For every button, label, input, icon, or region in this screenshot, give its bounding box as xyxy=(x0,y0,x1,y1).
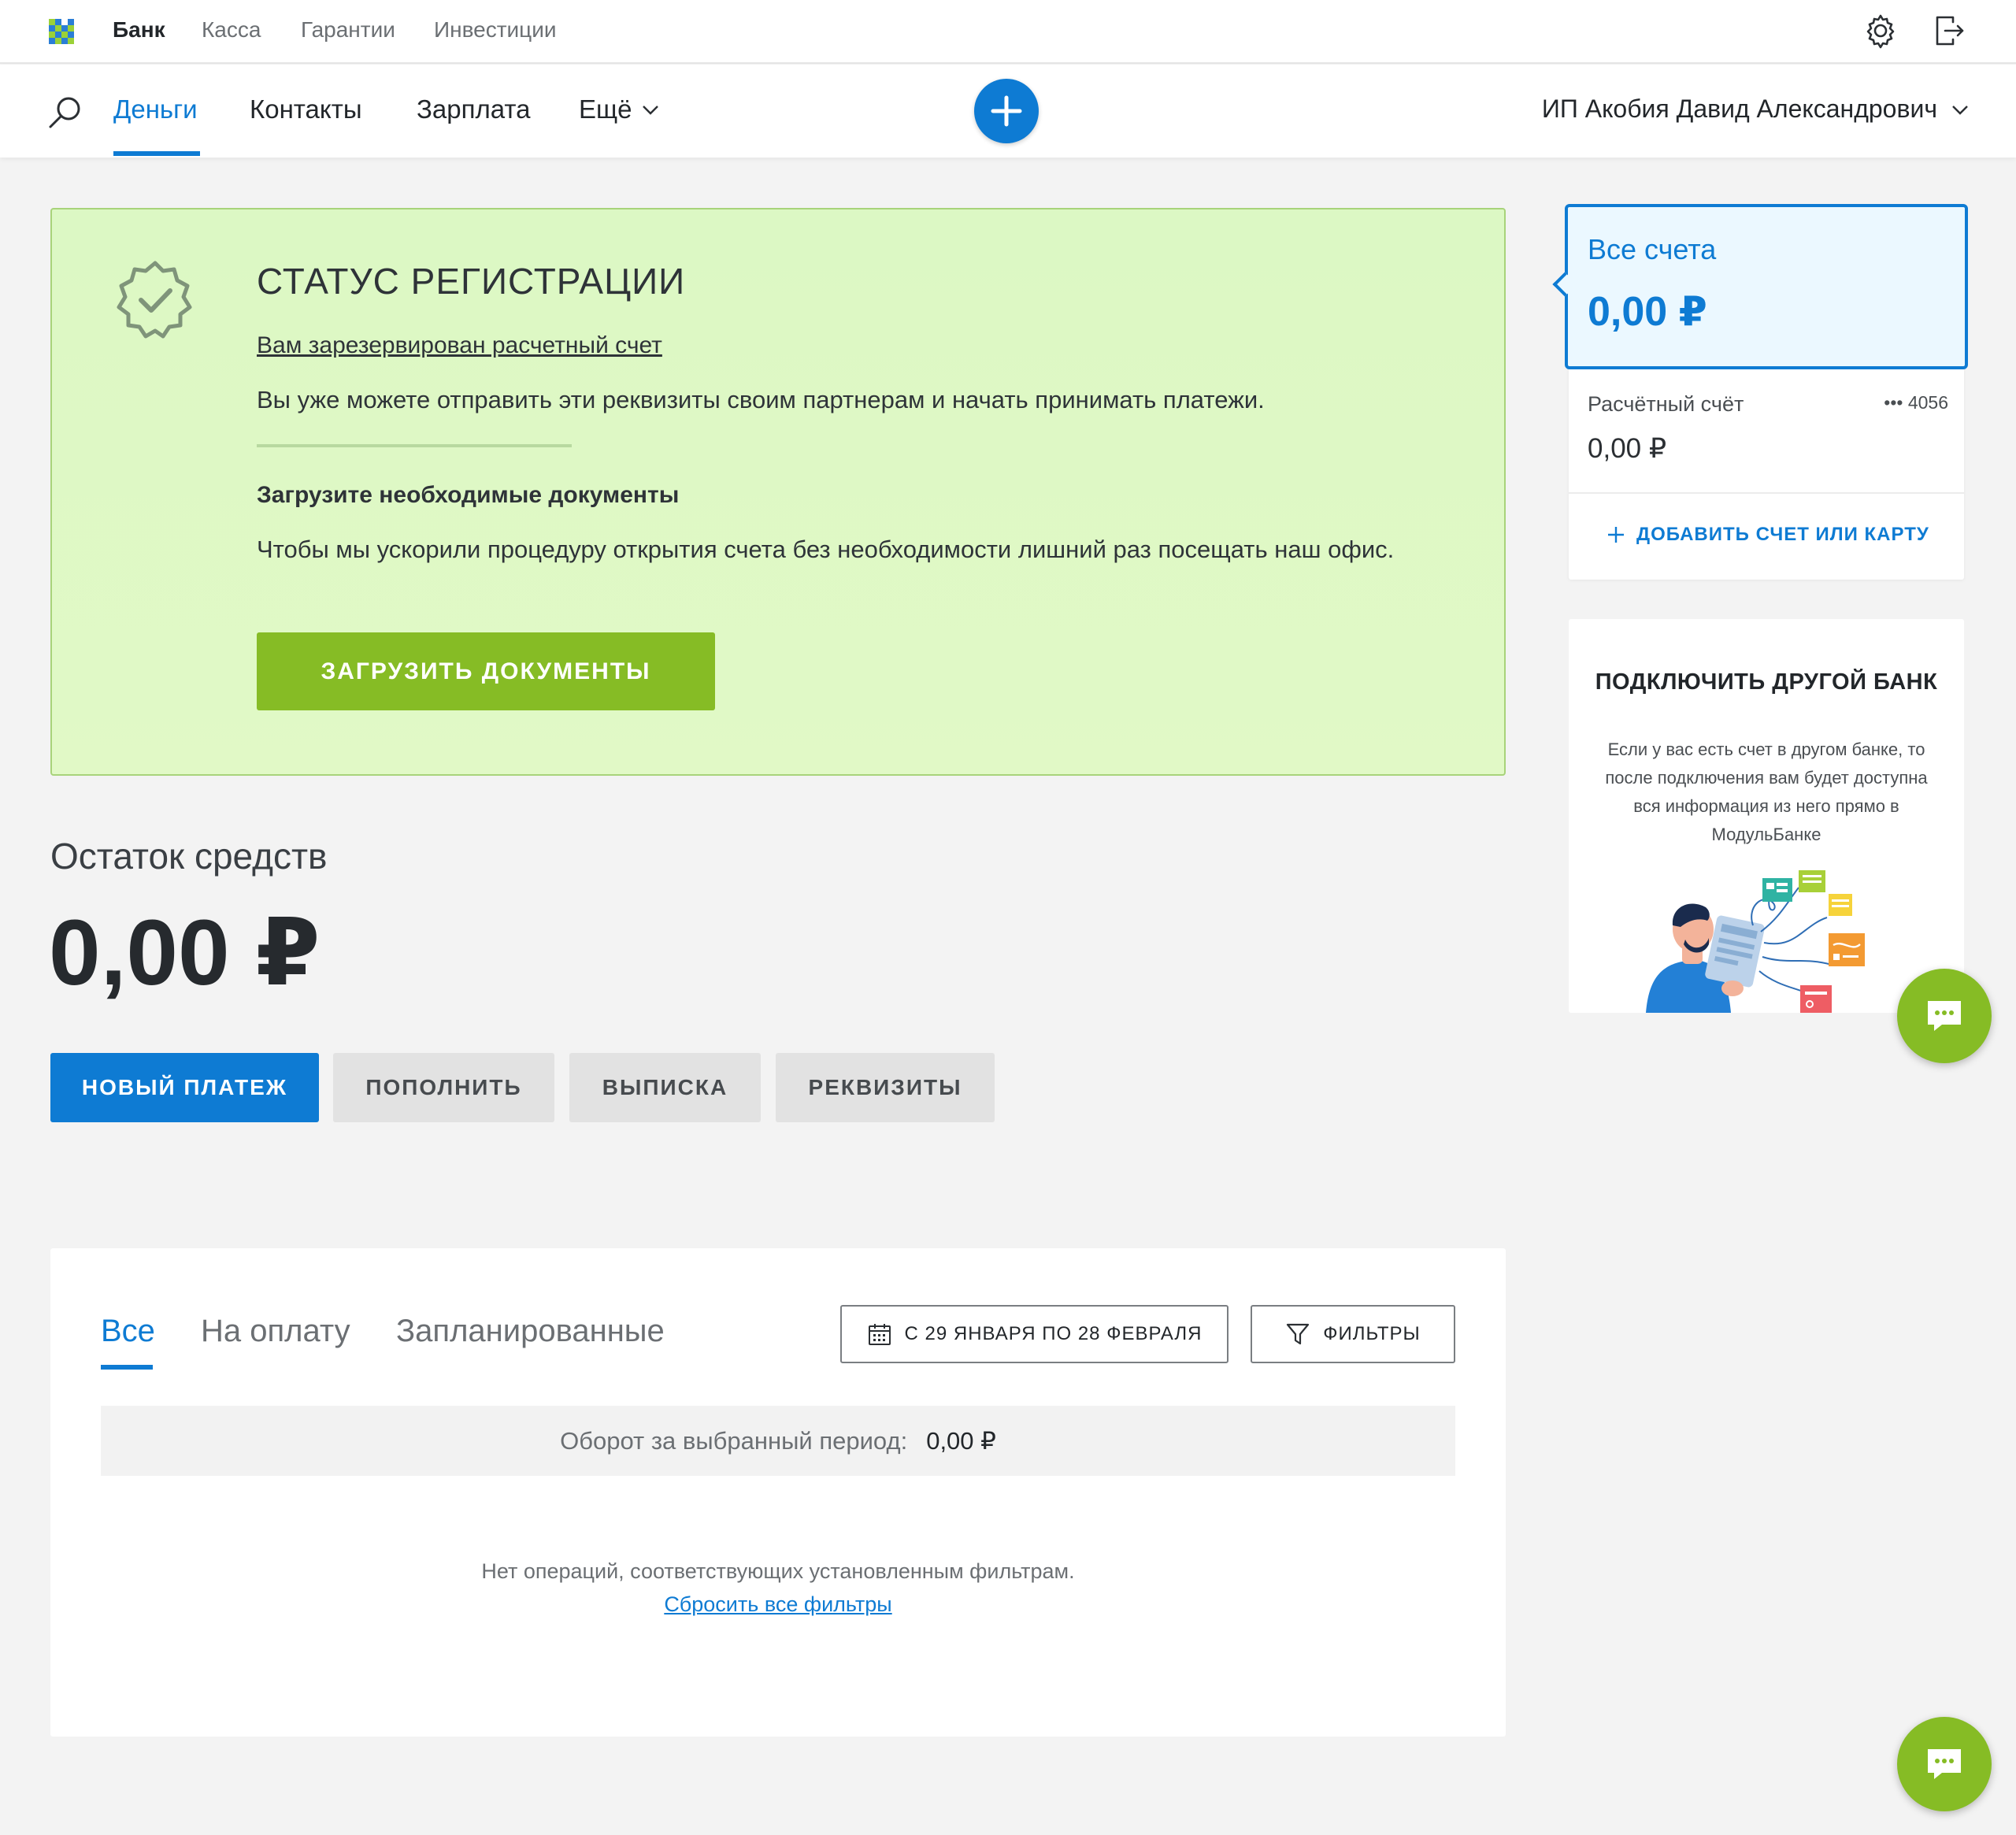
upload-documents-button[interactable]: ЗАГРУЗИТЬ ДОКУМЕНТЫ xyxy=(257,632,715,710)
banner-subtitle: Загрузите необходимые документы xyxy=(257,482,680,508)
search-icon[interactable] xyxy=(46,93,85,132)
tab-all[interactable]: Все xyxy=(101,1314,155,1349)
chat-icon xyxy=(1928,1001,1961,1031)
turnover-label: Оборот за выбранный период: xyxy=(560,1426,908,1455)
chat-button-secondary[interactable] xyxy=(1897,1717,1992,1811)
balance-value: 0,00 ₽ xyxy=(49,901,321,1005)
reset-filters-link[interactable]: Сбросить все фильтры xyxy=(664,1592,891,1616)
verified-badge-icon xyxy=(117,261,192,339)
connect-bank-illustration xyxy=(1646,870,1865,1013)
nav-money[interactable]: Деньги xyxy=(113,95,198,124)
tab-to-pay[interactable]: На оплату xyxy=(201,1314,350,1349)
connect-bank-text: Если у вас есть счет в другом банке, то … xyxy=(1605,740,1928,844)
plus-icon xyxy=(991,95,1022,127)
add-account-button[interactable]: ДОБАВИТЬ СЧЕТ ИЛИ КАРТУ xyxy=(1606,524,1929,546)
connect-bank-title: ПОДКЛЮЧИТЬ ДРУГОЙ БАНК xyxy=(1595,669,1938,695)
chevron-down-icon xyxy=(642,106,658,115)
nav-contacts[interactable]: Контакты xyxy=(250,95,362,124)
statement-button[interactable]: ВЫПИСКА xyxy=(569,1053,761,1122)
account-number: ••• 4056 xyxy=(1884,392,1948,413)
account-name[interactable]: Расчётный счёт xyxy=(1588,392,1744,417)
topnav-guarantees[interactable]: Гарантии xyxy=(301,17,395,43)
balance-label: Остаток средств xyxy=(50,836,328,877)
date-range-button[interactable]: С 29 ЯНВАРЯ ПО 28 ФЕВРАЛЯ xyxy=(840,1305,1228,1363)
banner-title: СТАТУС РЕГИСТРАЦИИ xyxy=(257,261,686,302)
plus-icon xyxy=(1608,527,1624,543)
tab-active-indicator xyxy=(101,1365,153,1370)
banner-description: Вы уже можете отправить эти реквизиты св… xyxy=(257,386,1265,413)
nav-more[interactable]: Ещё xyxy=(579,95,661,124)
reserved-account-link[interactable]: Вам зарезервирован расчетный счет xyxy=(257,332,662,359)
bank-logo[interactable] xyxy=(49,19,76,46)
filter-icon xyxy=(1287,1323,1310,1345)
nav-more-label: Ещё xyxy=(579,95,632,124)
chevron-down-icon xyxy=(1952,105,1968,115)
empty-state-text: Нет операций, соответствующих установлен… xyxy=(481,1559,1075,1583)
user-name: ИП Акобия Давид Александрович xyxy=(1541,95,1937,123)
calendar-icon xyxy=(868,1324,891,1345)
user-menu[interactable]: ИП Акобия Давид Александрович xyxy=(1542,95,1970,124)
banner-documents-text: Чтобы мы ускорили процедуру открытия сче… xyxy=(257,536,1395,563)
nav-active-indicator xyxy=(113,151,200,156)
topnav-bank[interactable]: Банк xyxy=(113,17,165,43)
settings-icon[interactable] xyxy=(1861,11,1900,50)
topnav-investments[interactable]: Инвестиции xyxy=(434,17,557,43)
date-range-label: С 29 ЯНВАРЯ ПО 28 ФЕВРАЛЯ xyxy=(904,1323,1203,1344)
filters-label: ФИЛЬТРЫ xyxy=(1323,1323,1421,1344)
logout-icon[interactable] xyxy=(1929,11,1969,50)
all-accounts-tile[interactable] xyxy=(1565,204,1968,369)
add-account-label: ДОБАВИТЬ СЧЕТ ИЛИ КАРТУ xyxy=(1636,524,1929,545)
all-accounts-balance: 0,00 ₽ xyxy=(1588,289,1707,335)
topnav-kassa[interactable]: Касса xyxy=(202,17,261,43)
chat-icon xyxy=(1928,1749,1961,1779)
requisites-button[interactable]: РЕКВИЗИТЫ xyxy=(776,1053,995,1122)
accounts-divider xyxy=(1569,492,1964,494)
reset-filters-container: Сбросить все фильтры xyxy=(50,1592,1506,1617)
turnover-summary: Оборот за выбранный период: 0,00 ₽ xyxy=(101,1406,1455,1476)
create-button[interactable] xyxy=(974,79,1039,143)
new-payment-button[interactable]: НОВЫЙ ПЛАТЕЖ xyxy=(50,1053,319,1122)
tab-scheduled[interactable]: Запланированные xyxy=(396,1314,665,1349)
nav-salary[interactable]: Зарплата xyxy=(417,95,531,124)
chat-button[interactable] xyxy=(1897,969,1992,1063)
banner-divider xyxy=(257,444,572,447)
all-accounts-title: Все счета xyxy=(1588,233,1717,265)
filters-button[interactable]: ФИЛЬТРЫ xyxy=(1251,1305,1455,1363)
top-up-button[interactable]: ПОПОЛНИТЬ xyxy=(333,1053,554,1122)
account-balance: 0,00 ₽ xyxy=(1588,433,1667,464)
turnover-value: 0,00 ₽ xyxy=(926,1426,996,1455)
